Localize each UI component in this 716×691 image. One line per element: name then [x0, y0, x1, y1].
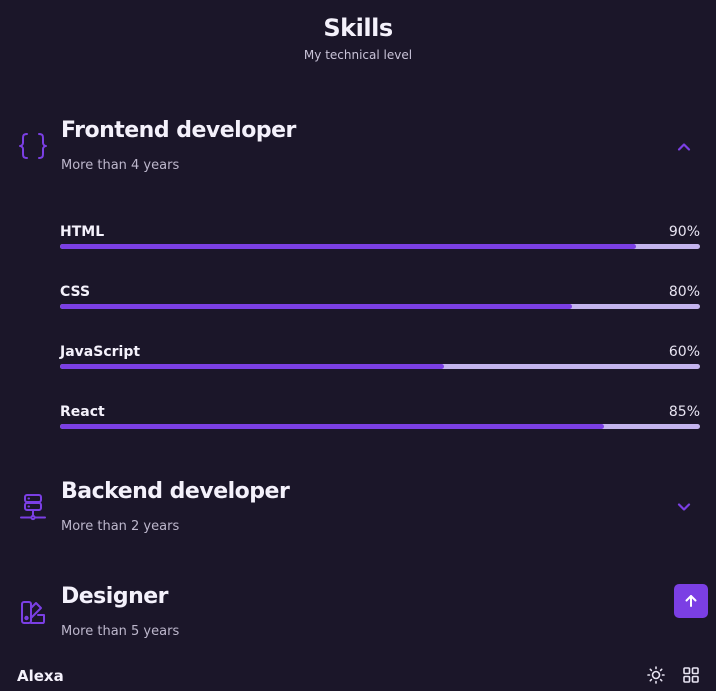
group-frontend-subtitle: More than 4 years: [61, 158, 180, 173]
sun-icon[interactable]: [647, 666, 665, 684]
skill-percent: 85%: [668, 404, 700, 420]
chevron-down-icon[interactable]: [674, 497, 694, 517]
group-backend-title: Backend developer: [61, 479, 290, 504]
page-title: Skills: [323, 14, 393, 42]
skill-bar: [60, 424, 700, 429]
skill-bar: [60, 244, 700, 249]
skill-percent: 90%: [668, 224, 700, 240]
group-frontend-header[interactable]: Frontend developer More than 4 years: [0, 118, 716, 178]
skill-html: HTML 90%: [60, 224, 700, 254]
server-icon: [17, 491, 49, 523]
chevron-up-icon[interactable]: [674, 137, 694, 157]
grid-menu-icon[interactable]: [682, 666, 700, 684]
swatchbook-icon: [17, 596, 49, 628]
skill-name: JavaScript: [60, 344, 141, 360]
group-frontend-title: Frontend developer: [61, 118, 296, 143]
skill-bar-fill: [60, 304, 572, 309]
bottom-nav: Alexa: [0, 658, 716, 691]
skill-bar-fill: [60, 424, 604, 429]
brackets-icon: [17, 130, 49, 162]
skill-percent: 80%: [668, 284, 700, 300]
skill-name: CSS: [60, 284, 91, 300]
group-backend-header[interactable]: Backend developer More than 2 years: [0, 479, 716, 539]
skill-javascript: JavaScript 60%: [60, 344, 700, 374]
skill-react: React 85%: [60, 404, 700, 434]
skill-css: CSS 80%: [60, 284, 700, 314]
skill-bar: [60, 364, 700, 369]
group-designer-subtitle: More than 5 years: [61, 624, 180, 639]
scroll-up-button[interactable]: [674, 584, 708, 618]
arrow-up-icon: [683, 593, 699, 609]
skill-name: React: [60, 404, 105, 420]
brand-logo[interactable]: Alexa: [17, 667, 64, 685]
skill-bar: [60, 304, 700, 309]
skill-name: HTML: [60, 224, 105, 240]
page-subtitle: My technical level: [303, 48, 413, 62]
group-designer-title: Designer: [61, 584, 169, 609]
skill-bar-fill: [60, 364, 444, 369]
group-designer-header[interactable]: Designer More than 5 years: [0, 584, 716, 644]
group-backend-subtitle: More than 2 years: [61, 519, 180, 534]
skill-bar-fill: [60, 244, 636, 249]
skills-header: Skills My technical level: [0, 14, 716, 62]
skill-percent: 60%: [668, 344, 700, 360]
